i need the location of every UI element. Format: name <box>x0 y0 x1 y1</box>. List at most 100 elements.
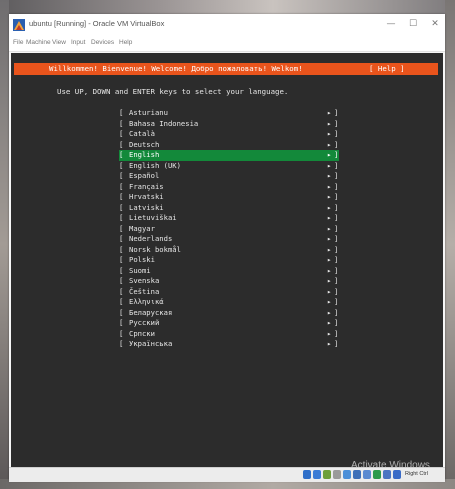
language-item[interactable]: [Русский ▸] <box>119 318 339 329</box>
status-device-icon[interactable] <box>333 470 341 479</box>
bracket-close: ] <box>334 297 339 306</box>
bracket-open: [ <box>119 223 124 233</box>
bracket-open: [ <box>119 255 124 264</box>
arrow-right-icon: ▸ <box>327 244 332 254</box>
bracket-close: ] <box>334 339 339 348</box>
language-item[interactable]: [English ▸] <box>119 150 339 161</box>
bracket-close: ] <box>334 286 339 296</box>
maximize-button[interactable]: ☐ <box>405 18 421 30</box>
host-key-label: Right Ctrl <box>405 471 428 477</box>
language-item[interactable]: [Nederlands ▸] <box>119 234 339 245</box>
language-label: Čeština <box>129 286 160 296</box>
language-label: Ελληνικά <box>129 297 164 306</box>
language-item[interactable]: [Latviski ▸] <box>119 203 339 214</box>
bracket-close: ] <box>334 192 339 201</box>
language-item[interactable]: [Magyar ▸] <box>119 224 339 235</box>
bracket-open: [ <box>119 213 124 222</box>
bracket-close: ] <box>334 118 339 128</box>
bracket-close: ] <box>334 171 339 180</box>
vm-screen[interactable]: Willkommen! Bienvenue! Welcome! Добро по… <box>11 53 443 467</box>
language-label: Latviski <box>129 202 164 212</box>
bracket-close: ] <box>334 307 339 317</box>
menu-file[interactable]: File <box>13 39 23 46</box>
language-item[interactable]: [Polski ▸] <box>119 255 339 266</box>
menu-devices[interactable]: Devices <box>91 39 114 46</box>
language-item[interactable]: [Asturianu ▸] <box>119 108 339 119</box>
language-item[interactable]: [Ελληνικά ▸] <box>119 297 339 308</box>
language-label: Magyar <box>129 223 155 233</box>
language-item[interactable]: [Deutsch ▸] <box>119 140 339 151</box>
status-device-icon[interactable] <box>323 470 331 479</box>
language-item[interactable]: [Español ▸] <box>119 171 339 182</box>
arrow-right-icon: ▸ <box>327 265 332 275</box>
menu-machine[interactable]: Machine <box>26 39 51 46</box>
arrow-right-icon: ▸ <box>327 171 332 180</box>
minimize-button[interactable]: — <box>383 18 399 30</box>
arrow-right-icon: ▸ <box>327 234 332 243</box>
menu-view[interactable]: View <box>52 39 66 46</box>
language-item[interactable]: [Lietuviškai ▸] <box>119 213 339 224</box>
bracket-close: ] <box>334 223 339 233</box>
bracket-open: [ <box>119 150 124 159</box>
bracket-close: ] <box>334 213 339 222</box>
bracket-close: ] <box>334 244 339 254</box>
arrow-right-icon: ▸ <box>327 160 332 170</box>
arrow-right-icon: ▸ <box>327 255 332 264</box>
status-device-icon[interactable] <box>353 470 361 479</box>
bracket-open: [ <box>119 202 124 212</box>
language-item[interactable]: [ Čeština ▸] <box>119 287 339 298</box>
language-item[interactable]: [Suomi ▸] <box>119 266 339 277</box>
language-label: Català <box>129 129 155 138</box>
language-item[interactable]: [Українська ▸] <box>119 339 339 350</box>
bracket-close: ] <box>334 181 339 191</box>
status-device-icon[interactable] <box>303 470 311 479</box>
virtualbox-window: ubuntu [Running] - Oracle VM VirtualBox … <box>9 14 445 482</box>
bracket-open: [ <box>119 297 124 306</box>
language-item[interactable]: [Svenska ▸] <box>119 276 339 287</box>
close-button[interactable]: ✕ <box>427 18 443 30</box>
language-item[interactable]: [Français ▸] <box>119 182 339 193</box>
status-device-icon[interactable] <box>363 470 371 479</box>
menu-input[interactable]: Input <box>71 39 85 46</box>
arrow-right-icon: ▸ <box>327 202 332 212</box>
installer-header: Willkommen! Bienvenue! Welcome! Добро по… <box>14 63 438 75</box>
language-label: Asturianu <box>129 108 168 117</box>
title-bar: ubuntu [Running] - Oracle VM VirtualBox … <box>9 14 445 36</box>
language-item[interactable]: [Беларуская ▸] <box>119 308 339 319</box>
language-label: Français <box>129 181 164 191</box>
arrow-right-icon: ▸ <box>327 318 332 327</box>
language-item[interactable]: [Hrvatski ▸] <box>119 192 339 203</box>
arrow-right-icon: ▸ <box>327 139 332 149</box>
language-item[interactable]: [Català ▸] <box>119 129 339 140</box>
bracket-close: ] <box>334 265 339 275</box>
language-label: Русский <box>129 318 160 327</box>
photo-background-top <box>0 0 455 14</box>
bracket-close: ] <box>334 108 339 117</box>
status-device-icon[interactable] <box>313 470 321 479</box>
bracket-open: [ <box>119 307 124 317</box>
arrow-right-icon: ▸ <box>327 286 332 296</box>
bracket-open: [ <box>119 139 124 149</box>
status-device-icon[interactable] <box>383 470 391 479</box>
menu-bar: File Machine View Input Devices Help <box>9 36 445 52</box>
bracket-open: [ <box>119 160 124 170</box>
menu-help[interactable]: Help <box>119 39 132 46</box>
bracket-open: [ <box>119 286 124 296</box>
bracket-open: [ <box>119 129 124 138</box>
window-title: ubuntu [Running] - Oracle VM VirtualBox <box>29 19 165 28</box>
language-item[interactable]: [Norsk bokmål ▸] <box>119 245 339 256</box>
bracket-open: [ <box>119 265 124 275</box>
language-item[interactable]: [Српски ▸] <box>119 329 339 340</box>
bracket-open: [ <box>119 339 124 348</box>
help-button[interactable]: [ Help ] <box>369 64 405 73</box>
bracket-close: ] <box>334 318 339 327</box>
bracket-close: ] <box>334 139 339 149</box>
status-device-icon[interactable] <box>393 470 401 479</box>
language-item[interactable]: [Bahasa Indonesia ▸] <box>119 119 339 130</box>
status-device-icon[interactable] <box>373 470 381 479</box>
language-item[interactable]: [English (UK) ▸] <box>119 161 339 172</box>
status-device-icon[interactable] <box>343 470 351 479</box>
bracket-close: ] <box>334 255 339 264</box>
arrow-right-icon: ▸ <box>327 213 332 222</box>
welcome-title: Willkommen! Bienvenue! Welcome! Добро по… <box>49 64 303 73</box>
